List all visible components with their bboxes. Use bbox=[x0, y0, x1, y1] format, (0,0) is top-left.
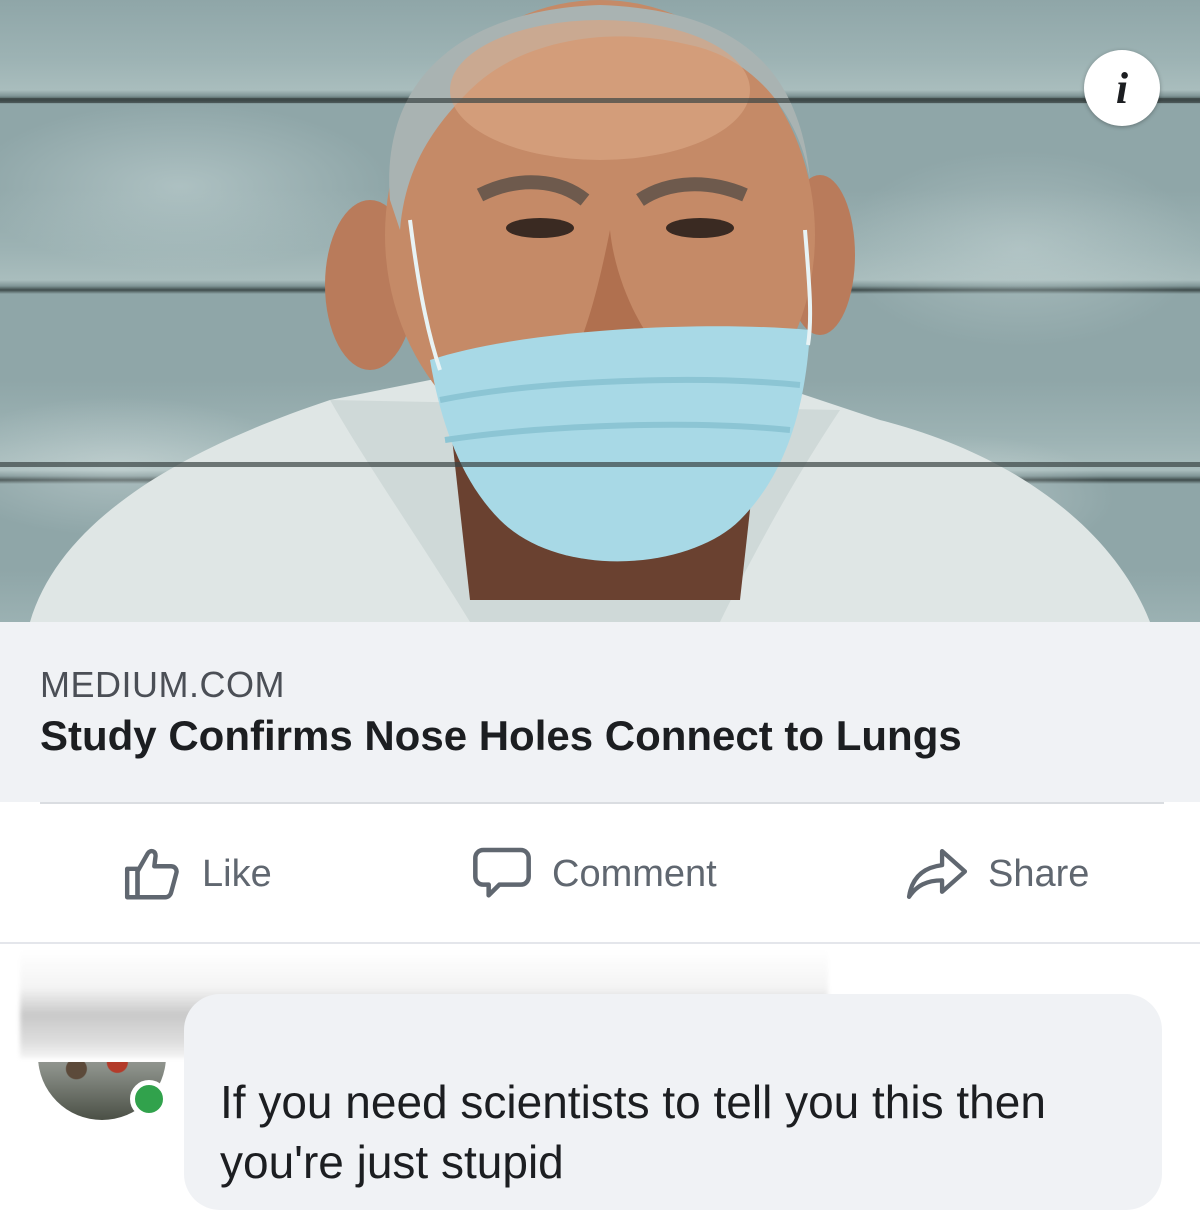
link-preview-image[interactable]: i bbox=[0, 0, 1200, 622]
like-button[interactable]: Like bbox=[122, 842, 272, 906]
link-meta[interactable]: MEDIUM.COM Study Confirms Nose Holes Con… bbox=[0, 622, 1200, 802]
share-arrow-icon bbox=[906, 848, 968, 900]
thumbs-up-icon bbox=[124, 848, 179, 900]
comment-text: If you need scientists to tell you this … bbox=[220, 1076, 1046, 1188]
comment-button[interactable]: Comment bbox=[470, 842, 717, 906]
share-label: Share bbox=[988, 852, 1090, 895]
share-button[interactable]: Share bbox=[904, 842, 1089, 906]
info-icon[interactable]: i bbox=[1084, 50, 1160, 126]
link-domain: MEDIUM.COM bbox=[40, 664, 285, 705]
post-action-bar: Like Comment Share bbox=[0, 804, 1200, 942]
divider bbox=[0, 942, 1200, 944]
man-with-mask-photo bbox=[30, 0, 1150, 622]
comment-label: Comment bbox=[552, 852, 717, 895]
like-label: Like bbox=[202, 852, 272, 895]
online-status-icon bbox=[130, 1080, 168, 1118]
plank-seam bbox=[0, 462, 1200, 467]
plank-seam bbox=[0, 98, 1200, 103]
link-title: Study Confirms Nose Holes Connect to Lun… bbox=[40, 712, 962, 759]
speech-bubble-icon bbox=[473, 847, 531, 898]
